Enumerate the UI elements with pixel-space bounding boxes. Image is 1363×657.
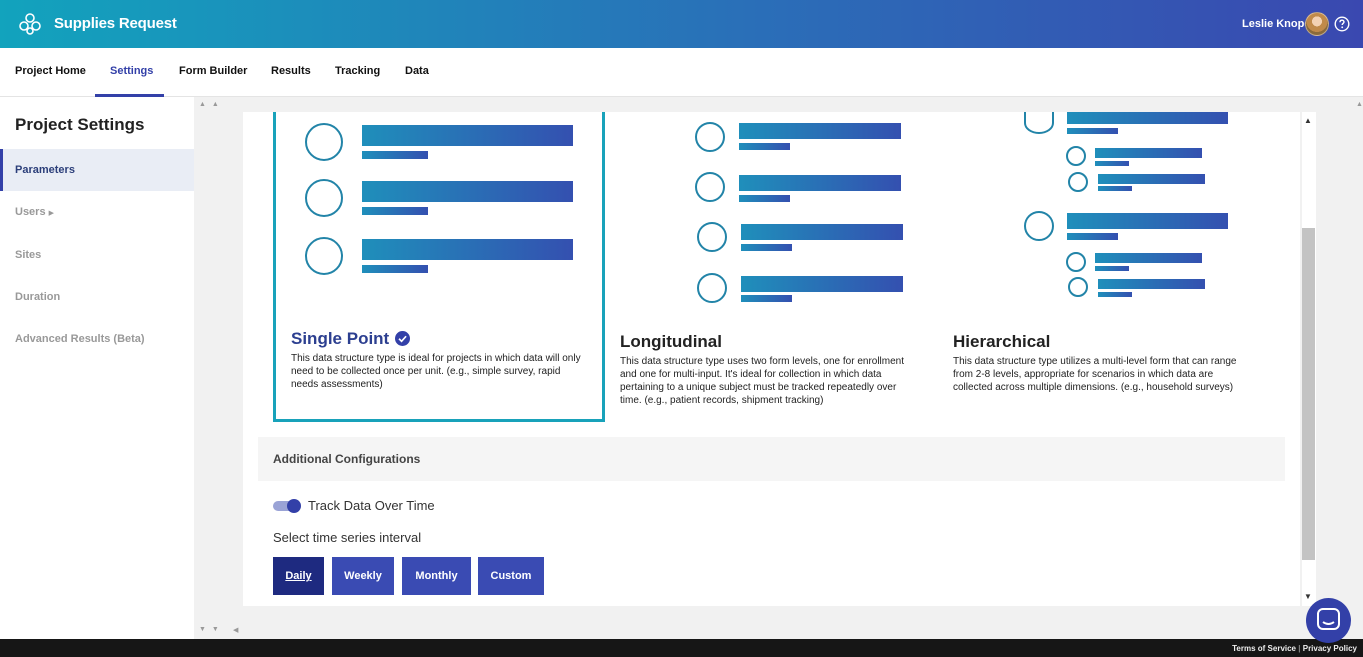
sidebar-item-sites[interactable]: Sites	[0, 234, 194, 276]
footer-separator: |	[1298, 644, 1301, 653]
interval-monthly-button[interactable]: Monthly	[402, 557, 471, 595]
interval-custom-button[interactable]: Custom	[478, 557, 544, 595]
interval-label: Select time series interval	[273, 530, 422, 545]
page-scroll-left-icon[interactable]: ◀	[233, 626, 238, 634]
content-scroll-up-icon[interactable]: ▲	[1304, 116, 1312, 125]
top-header: Supplies Request Leslie Knope	[0, 0, 1363, 48]
app-logo-icon[interactable]	[18, 12, 42, 36]
additional-config-title: Additional Configurations	[273, 452, 421, 466]
option-title-single-point: Single Point	[291, 329, 390, 348]
content-scrollbar-thumb[interactable]	[1302, 228, 1315, 560]
interval-daily-button[interactable]: Daily	[273, 557, 324, 595]
tab-settings[interactable]: Settings	[110, 65, 153, 77]
page-scroll-up-icon[interactable]: ▲	[1356, 101, 1363, 108]
option-title-hierarchical[interactable]: Hierarchical	[953, 332, 1050, 352]
sidebar-item-label: Users	[15, 206, 46, 218]
sidebar-item-label: Parameters	[15, 164, 75, 176]
caret-right-icon: ▶	[48, 210, 55, 217]
terms-link[interactable]: Terms of Service	[1232, 644, 1296, 653]
sidebar-item-users[interactable]: Users ▶	[0, 191, 194, 233]
option-title-longitudinal[interactable]: Longitudinal	[620, 332, 722, 352]
interval-weekly-button[interactable]: Weekly	[332, 557, 394, 595]
main-nav: Project Home Settings Form Builder Resul…	[0, 48, 1363, 97]
option-desc-longitudinal: This data structure type uses two form l…	[620, 356, 905, 406]
chat-icon	[1317, 608, 1340, 630]
footer-links: Terms of Service | Privacy Policy	[1232, 644, 1357, 653]
tab-project-home[interactable]: Project Home	[15, 65, 86, 77]
sidebar-scroll-up-icon[interactable]: ▲▲	[199, 101, 225, 108]
sidebar-item-advanced-results[interactable]: Advanced Results (Beta)	[0, 318, 194, 360]
tab-tracking[interactable]: Tracking	[335, 65, 380, 77]
privacy-link[interactable]: Privacy Policy	[1303, 644, 1357, 653]
sidebar-item-label: Advanced Results (Beta)	[15, 333, 145, 345]
settings-sidebar: Project Settings Parameters Users ▶ Site…	[0, 97, 194, 639]
sidebar-item-label: Duration	[15, 291, 61, 303]
user-name[interactable]: Leslie Knope	[1242, 18, 1310, 30]
help-icon[interactable]	[1334, 16, 1350, 32]
sidebar-title: Project Settings	[15, 115, 145, 134]
page-footer: Terms of Service | Privacy Policy	[0, 639, 1363, 657]
user-avatar[interactable]	[1305, 12, 1329, 36]
sidebar-item-label: Sites	[15, 249, 42, 261]
tab-results[interactable]: Results	[271, 65, 311, 77]
chat-launcher-button[interactable]	[1306, 598, 1351, 643]
tab-form-builder[interactable]: Form Builder	[179, 65, 247, 77]
toggle-knob	[287, 499, 301, 513]
track-data-toggle[interactable]	[273, 499, 301, 513]
sidebar-item-duration[interactable]: Duration	[0, 276, 194, 318]
sidebar-item-parameters[interactable]: Parameters	[0, 149, 194, 191]
option-desc-hierarchical: This data structure type utilizes a mult…	[953, 356, 1237, 393]
selected-check-icon	[395, 331, 410, 346]
tab-data[interactable]: Data	[405, 65, 429, 77]
app-title: Supplies Request	[54, 15, 177, 32]
track-data-label: Track Data Over Time	[308, 498, 435, 513]
sidebar-scroll-down-icon[interactable]: ▼▼	[199, 626, 225, 633]
option-desc-single-point: This data structure type is ideal for pr…	[291, 353, 581, 390]
